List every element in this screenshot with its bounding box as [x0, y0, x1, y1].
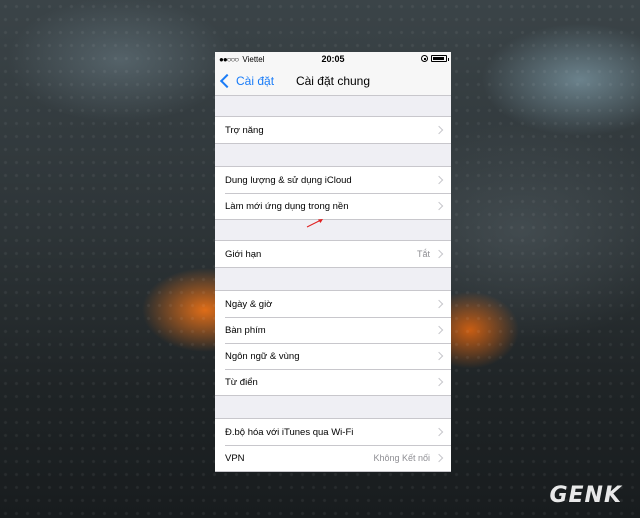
row-background-app-refresh[interactable]: Làm mới ứng dụng trong nền [215, 193, 451, 219]
row-itunes-wifi-sync[interactable]: Đ.bộ hóa với iTunes qua Wi-Fi [215, 419, 451, 445]
chevron-right-icon [434, 299, 444, 309]
chevron-right-icon [434, 175, 444, 185]
row-dictionary[interactable]: Từ điển [215, 369, 451, 395]
row-label: Làm mới ứng dụng trong nền [225, 200, 349, 212]
row-keyboard[interactable]: Bàn phím [215, 317, 451, 343]
row-label: Bàn phím [225, 324, 266, 336]
section-gap [215, 268, 451, 290]
section-regional: Ngày & giờ Bàn phím Ngôn ngữ & vùng Từ đ… [215, 290, 451, 396]
phone-screen: ●●○○○ Viettel 20:05 Cài đặt Cài đặt chun… [215, 52, 451, 472]
rotation-lock-icon [421, 55, 428, 62]
row-vpn[interactable]: VPN Không Kết nối [215, 445, 451, 471]
row-label: Giới hạn [225, 248, 262, 260]
chevron-right-icon [434, 125, 444, 135]
chevron-right-icon [434, 453, 444, 463]
row-value: Không Kết nối [373, 453, 430, 463]
section-accessibility: Trợ năng [215, 116, 451, 144]
row-label: Trợ năng [225, 124, 264, 136]
section-gap [215, 96, 451, 116]
battery-icon [431, 55, 449, 62]
status-icons [421, 55, 449, 62]
section-storage: Dung lượng & sử dụng iCloud Làm mới ứng … [215, 166, 451, 220]
row-value: Tắt [416, 249, 430, 259]
annotation-arrow-icon [306, 219, 323, 228]
chevron-right-icon [434, 377, 444, 387]
chevron-right-icon [434, 325, 444, 335]
chevron-right-icon [434, 249, 444, 259]
chevron-right-icon [434, 201, 444, 211]
row-label: Đ.bộ hóa với iTunes qua Wi-Fi [225, 426, 354, 438]
section-restrictions: Giới hạn Tắt [215, 240, 451, 268]
row-storage-icloud[interactable]: Dung lượng & sử dụng iCloud [215, 167, 451, 193]
row-restrictions[interactable]: Giới hạn Tắt [215, 241, 451, 267]
genk-logo: GENK [549, 483, 622, 508]
chevron-right-icon [434, 351, 444, 361]
row-label: Từ điển [225, 376, 258, 388]
section-gap [215, 396, 451, 418]
status-time: 20:05 [321, 54, 345, 64]
status-bar: ●●○○○ Viettel 20:05 [215, 52, 451, 67]
section-gap [215, 144, 451, 166]
navigation-bar: Cài đặt Cài đặt chung [215, 67, 451, 96]
row-accessibility[interactable]: Trợ năng [215, 117, 451, 143]
row-date-time[interactable]: Ngày & giờ [215, 291, 451, 317]
row-label: VPN [225, 452, 245, 464]
section-gap [215, 220, 451, 240]
chevron-right-icon [434, 427, 444, 437]
row-label: Ngày & giờ [225, 298, 273, 310]
section-sync-vpn: Đ.bộ hóa với iTunes qua Wi-Fi VPN Không … [215, 418, 451, 472]
row-language-region[interactable]: Ngôn ngữ & vùng [215, 343, 451, 369]
row-label: Ngôn ngữ & vùng [225, 350, 300, 362]
row-label: Dung lượng & sử dụng iCloud [225, 174, 352, 186]
page-title: Cài đặt chung [295, 74, 371, 88]
logo-text: GENK [549, 483, 622, 508]
